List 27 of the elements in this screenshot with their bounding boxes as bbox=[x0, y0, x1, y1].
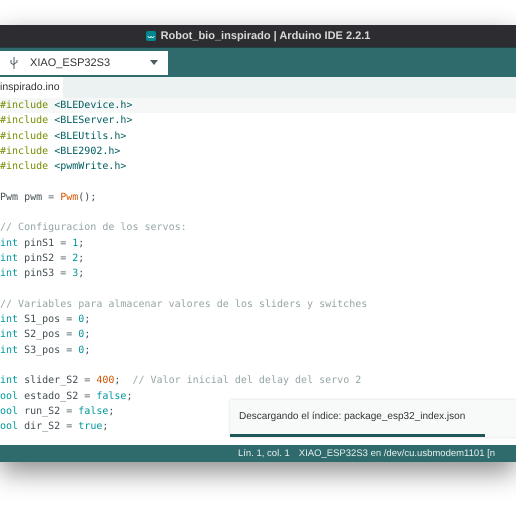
code-line: int S3_pos = 0; bbox=[0, 344, 90, 358]
board-port: XIAO_ESP32S3 en /dev/cu.usbmodem1101 [n bbox=[298, 448, 496, 459]
code-line: #include <BLEServer.h> bbox=[0, 114, 132, 128]
code-line: #include <BLEUtils.h> bbox=[0, 130, 126, 144]
code-line: // Configuracion de los servos: bbox=[0, 221, 187, 236]
code-line: Pwm pwm = Pwm(); bbox=[0, 190, 96, 205]
file-tab[interactable]: inspirado.ino bbox=[0, 77, 63, 98]
code-line: int slider_S2 = 400; // Valor inicial del delay del servo 2 bbox=[0, 374, 362, 388]
cursor-position: Lín. 1, col. 1 bbox=[238, 448, 290, 459]
code-line: #include <BLEDevice.h> bbox=[0, 99, 132, 113]
code-line: int S2_pos = 0; bbox=[0, 328, 90, 342]
code-line: int S1_pos = 0; bbox=[0, 313, 90, 328]
code-line: ool run_S2 = false; bbox=[0, 404, 114, 419]
notification-message: Descargando el índice: package_esp32_index.json bbox=[238, 410, 466, 422]
code-line: #include <BLE2902.h> bbox=[0, 144, 120, 159]
app-icon bbox=[146, 31, 156, 41]
code-line: #include <pwmWrite.h> bbox=[0, 160, 126, 174]
caret-icon bbox=[150, 60, 158, 65]
window-title: Robot_bio_inspirado | Arduino IDE 2.2.1 bbox=[160, 30, 370, 42]
code-line: ool estado_S2 = false; bbox=[0, 390, 132, 404]
code-line: int pinS2 = 2; bbox=[0, 252, 84, 266]
code-line: int pinS1 = 1; bbox=[0, 236, 84, 251]
code-line: ool dir_S2 = true; bbox=[0, 420, 108, 434]
usb-icon bbox=[10, 56, 18, 68]
board-selector[interactable]: XIAO_ESP32S3 bbox=[0, 50, 168, 74]
code-line: // Variables para almacenar valores de los sliders y switches bbox=[0, 298, 368, 312]
code-line: int pinS3 = 3; bbox=[0, 267, 84, 282]
